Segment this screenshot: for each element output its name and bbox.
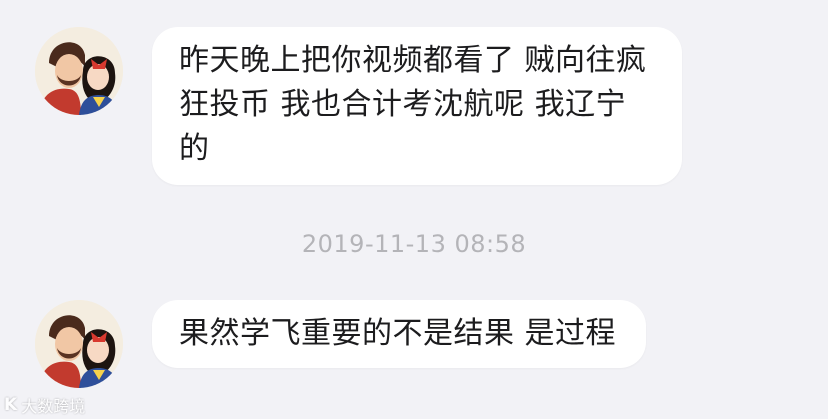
- avatar[interactable]: [35, 27, 123, 115]
- watermark-text: 大数跨境: [21, 397, 86, 416]
- watermark: K 大数跨境: [4, 393, 85, 417]
- avatar-couple-illustration-icon: [35, 27, 123, 115]
- message-timestamp: 2019-11-13 08:58: [301, 230, 527, 258]
- avatar-couple-illustration-icon: [35, 300, 123, 388]
- message-bubble[interactable]: 果然学飞重要的不是结果 是过程: [152, 300, 647, 368]
- avatar[interactable]: [35, 300, 123, 388]
- message-bubble[interactable]: 昨天晚上把你视频都看了 贼向往疯狂投币 我也合计考沈航呢 我辽宁的: [152, 27, 682, 185]
- watermark-logo-icon: K: [4, 395, 18, 415]
